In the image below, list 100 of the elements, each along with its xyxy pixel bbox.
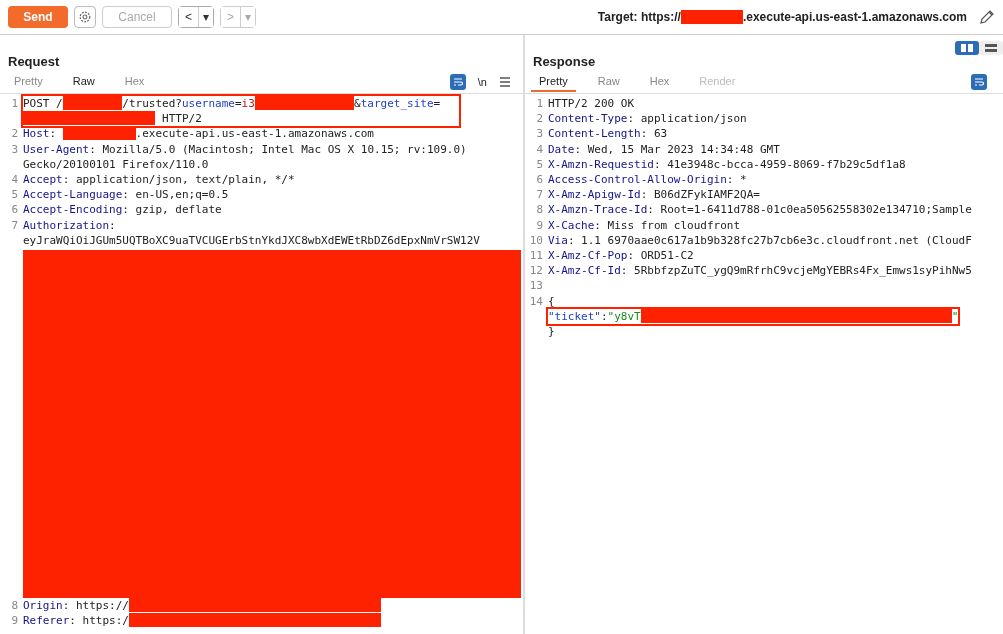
code-text: = bbox=[234, 97, 242, 110]
edit-icon[interactable] bbox=[979, 9, 995, 25]
code-text: Gecko/20100101 Firefox/110.0 bbox=[23, 157, 209, 171]
view-tab[interactable]: Hex bbox=[116, 72, 153, 92]
line-number: 2 bbox=[11, 127, 18, 141]
code-text: : ORD51-C2 bbox=[627, 249, 694, 263]
line-number: 7 bbox=[536, 188, 543, 202]
code-text: : Mozilla/5.0 (Macintosh; Intel Mac OS X 10.15; rv:109.0) bbox=[89, 142, 467, 156]
line-number: 5 bbox=[11, 188, 18, 202]
rows-icon bbox=[984, 43, 998, 53]
menu-icon[interactable] bbox=[499, 77, 511, 87]
line-number: 6 bbox=[536, 173, 543, 186]
target-host: .execute-api.us-east-1.amazonaws.com bbox=[742, 10, 967, 24]
header-name: X-Cache bbox=[548, 218, 595, 232]
panel-title: Response bbox=[533, 54, 596, 71]
param-name: username bbox=[181, 97, 235, 110]
code-text: : 1.1 6970aae0c617a1b9b328fc27b7cb6e3c.cloudfront.net (CloudF bbox=[567, 233, 972, 247]
header-name: Access-Control-Allow-Origin bbox=[548, 173, 727, 186]
header-name: Date bbox=[548, 142, 575, 156]
code-text: : bbox=[49, 127, 58, 141]
code-text: : gzip, deflate bbox=[122, 203, 222, 217]
code-text: : bbox=[109, 218, 116, 232]
code-text: : 5RbbfzpZuTC_ygQ9mRfrhC9vcjeMgYEBRs4Fx_Emws1syPihNw5 bbox=[620, 264, 972, 278]
code-text: : B06dZFykIAMF2QA= bbox=[640, 188, 760, 202]
json-string: "y8vT bbox=[607, 309, 641, 323]
code-text: eyJraWQiOiJGUm5UQTBoXC9uaTVCUGErbStnYkdJXC8wbXdEWEtRbDZ6dEpxNmVrSW12V bbox=[23, 233, 480, 247]
wrap-lines-icon[interactable] bbox=[971, 74, 987, 90]
header-name: User-Agent bbox=[23, 142, 90, 156]
header-name: X-Amz-Cf-Id bbox=[548, 264, 621, 278]
code-text: = bbox=[433, 97, 441, 110]
line-number: 8 bbox=[536, 203, 543, 217]
json-string: " bbox=[951, 309, 959, 323]
code-text: : application/json bbox=[627, 112, 747, 126]
header-name: Content-Length bbox=[548, 127, 641, 141]
target-label: Target: https:// bbox=[597, 10, 681, 24]
send-button[interactable]: Send bbox=[8, 6, 68, 28]
line-number: 3 bbox=[536, 127, 543, 141]
param-name: target_site bbox=[360, 97, 434, 110]
line-number: 9 bbox=[536, 218, 543, 232]
header-name: Origin bbox=[23, 599, 63, 613]
view-tab[interactable]: Raw bbox=[64, 72, 103, 92]
header-name: Referer bbox=[23, 614, 70, 628]
side-by-side-view-button[interactable] bbox=[955, 41, 979, 55]
line-number: 12 bbox=[529, 264, 543, 278]
json-key: "ticket" bbox=[548, 309, 601, 323]
stacked-view-button[interactable] bbox=[979, 41, 1003, 55]
header-name: Via bbox=[548, 233, 568, 247]
line-number: 9 bbox=[11, 614, 18, 628]
code-text: HTTP/2 bbox=[161, 112, 202, 126]
code-text: : https:// bbox=[62, 599, 129, 613]
line-number: 4 bbox=[536, 142, 543, 156]
code-text: POST / bbox=[23, 97, 63, 110]
code-text: : application/json, text/plain, */* bbox=[62, 173, 295, 186]
code-text: .execute-api.us-east-1.amazonaws.com bbox=[135, 127, 374, 141]
columns-icon bbox=[960, 43, 974, 53]
panel-title: Request bbox=[8, 54, 60, 71]
header-name: Accept bbox=[23, 173, 63, 186]
code-text: & bbox=[354, 97, 361, 110]
header-name: Accept-Encoding bbox=[23, 203, 123, 217]
header-name: Content-Type bbox=[548, 112, 628, 126]
code-text: } bbox=[548, 325, 555, 339]
param-value: i3 bbox=[241, 97, 255, 110]
code-text: { bbox=[548, 294, 555, 308]
line-number: 8 bbox=[11, 599, 18, 613]
header-name: X-Amzn-Trace-Id bbox=[548, 203, 648, 217]
line-number: 11 bbox=[529, 249, 543, 263]
header-name: X-Amzn-Requestid bbox=[548, 157, 654, 171]
redaction-block bbox=[680, 10, 743, 24]
code-text: : Wed, 15 Mar 2023 14:34:48 GMT bbox=[574, 142, 780, 156]
code-text: : * bbox=[726, 173, 747, 186]
code-text: : 41e3948c-bcca-4959-8069-f7b29c5df1a8 bbox=[653, 157, 906, 171]
line-number: 3 bbox=[11, 142, 18, 156]
code-text: : 63 bbox=[640, 127, 668, 141]
header-name: Host bbox=[23, 127, 50, 141]
view-tab[interactable]: Raw bbox=[589, 72, 628, 92]
line-number: 4 bbox=[11, 173, 18, 186]
line-number: 5 bbox=[536, 157, 543, 171]
code-text: : bbox=[601, 309, 608, 323]
back-button[interactable]: < bbox=[179, 7, 199, 27]
code-text: : Root=1-6411d788-01c0ea50562558302e134710;Sample bbox=[647, 203, 972, 217]
line-number: 10 bbox=[529, 233, 543, 247]
newline-toggle[interactable]: \n bbox=[477, 76, 487, 88]
view-tab[interactable]: Hex bbox=[641, 72, 678, 92]
view-tab[interactable]: Pretty bbox=[6, 72, 51, 92]
code-text: : en-US,en;q=0.5 bbox=[122, 188, 229, 202]
code-text: : https:/ bbox=[69, 614, 129, 628]
wrap-lines-icon[interactable] bbox=[449, 74, 466, 90]
header-name: X-Amz-Cf-Pop bbox=[548, 249, 628, 263]
header-name: Authorization bbox=[23, 218, 110, 232]
line-number: 7 bbox=[11, 218, 18, 232]
header-name: X-Amz-Apigw-Id bbox=[548, 188, 641, 202]
view-tab[interactable]: Pretty bbox=[531, 72, 576, 92]
line-number: 1 bbox=[536, 97, 543, 110]
line-number: 6 bbox=[11, 203, 18, 217]
settings-button[interactable] bbox=[74, 6, 96, 28]
code-text: HTTP/2 200 OK bbox=[548, 97, 635, 110]
line-number: 1 bbox=[11, 97, 18, 110]
line-number: 13 bbox=[529, 279, 543, 293]
settings-icon bbox=[78, 10, 92, 24]
line-number: 14 bbox=[529, 294, 543, 308]
